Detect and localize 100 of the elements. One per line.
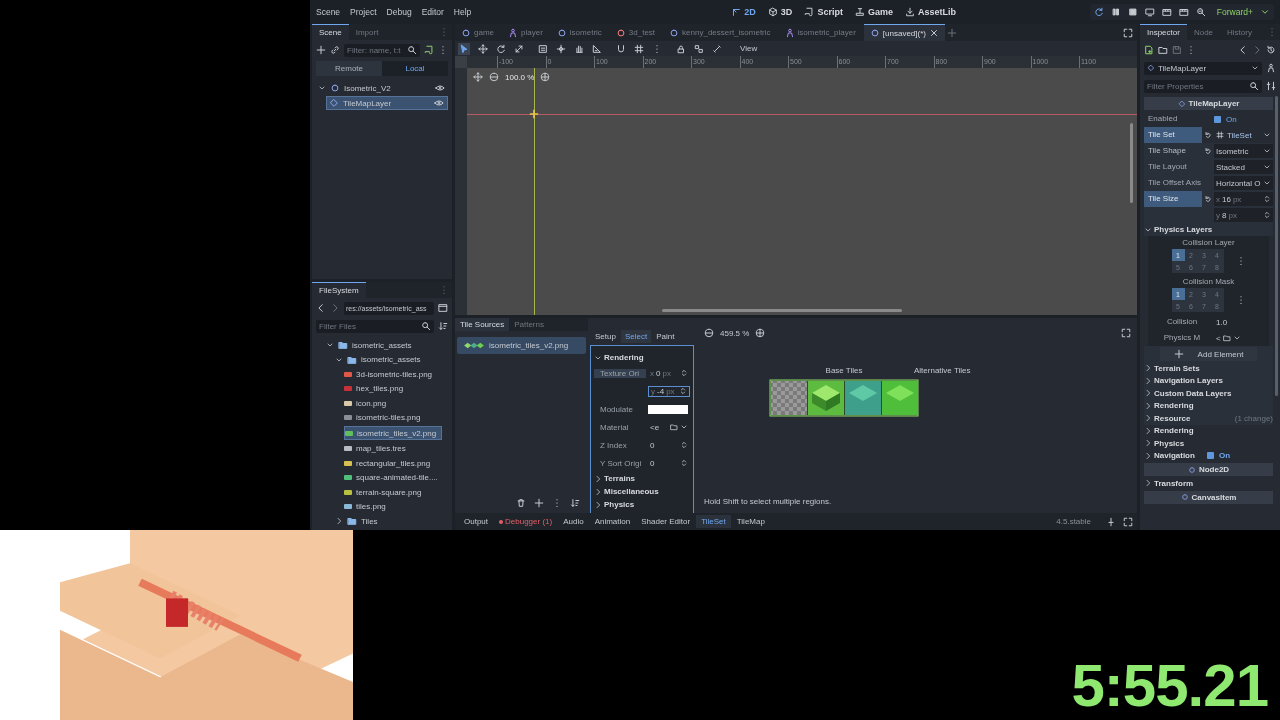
filter-field[interactable]: Filter Files — [316, 319, 434, 333]
lock-icon[interactable] — [676, 43, 686, 54]
document-tab[interactable]: 3d_test — [609, 24, 662, 41]
document-tab[interactable]: kenny_dessert_isometric — [663, 24, 777, 41]
workspace-button[interactable]: Script — [802, 5, 845, 19]
bottom-panel-tab[interactable]: Audio — [558, 515, 589, 528]
move-icon[interactable] — [478, 43, 488, 54]
scrollbar-thumb[interactable] — [1130, 123, 1133, 203]
number-field[interactable]: x 16 px — [1214, 192, 1273, 206]
bottom-panel-tab[interactable]: Shader Editor — [636, 515, 696, 528]
pause-icon[interactable] — [1110, 7, 1121, 17]
restart-icon[interactable] — [1093, 7, 1104, 17]
zoom-level[interactable]: 459.5 % — [720, 328, 750, 338]
color-swatch[interactable] — [648, 404, 688, 414]
film-frame-icon[interactable] — [1178, 7, 1189, 17]
tool-tab[interactable]: Paint — [652, 330, 679, 343]
number-field[interactable]: y 8 px — [1214, 208, 1273, 222]
dropdown[interactable]: Stacked — [1214, 160, 1273, 174]
bottom-panel-tab[interactable]: TileMap — [731, 515, 770, 528]
file-tree-item[interactable]: Tiles — [335, 515, 442, 527]
file-tree-item[interactable]: isometric_tiles_v2.png — [344, 426, 442, 440]
zoom-out-icon[interactable] — [704, 328, 714, 338]
tile-atlas-drawing[interactable] — [769, 379, 919, 417]
checkbox[interactable] — [1214, 115, 1221, 123]
back-icon[interactable] — [1238, 45, 1248, 55]
number-field[interactable]: 1.0 — [1214, 315, 1269, 329]
scrollbar-thumb[interactable] — [662, 309, 902, 312]
select-arrow-icon[interactable] — [458, 42, 470, 55]
file-tree-item[interactable]: isometric_assets — [326, 339, 442, 351]
pin-icon[interactable] — [1106, 516, 1116, 527]
revert-icon[interactable] — [1204, 131, 1212, 139]
file-tree-item[interactable]: terrain-square.png — [344, 486, 442, 498]
zoom-out-icon[interactable] — [489, 72, 499, 82]
number-field[interactable]: y -4 px — [648, 385, 690, 397]
property-group[interactable]: Physics — [1144, 437, 1273, 450]
caret-icon[interactable] — [326, 341, 334, 349]
property-label[interactable]: Tile Set — [1144, 127, 1202, 143]
eye-icon[interactable] — [434, 98, 444, 108]
add-icon[interactable] — [534, 498, 544, 508]
file-tree-item[interactable]: square-animated-tile.... — [344, 471, 442, 484]
property-section[interactable]: Physics Layers — [1144, 223, 1273, 236]
scale-icon[interactable] — [514, 43, 524, 54]
rotate-icon[interactable] — [496, 43, 506, 54]
view-menu[interactable]: View — [740, 44, 758, 53]
document-tab[interactable]: [unsaved](*) — [863, 24, 945, 41]
dock-tab[interactable]: History — [1220, 24, 1259, 40]
file-tree-item[interactable]: hex_tiles.png — [344, 382, 442, 395]
ruler-icon[interactable] — [592, 43, 602, 54]
dock-tab[interactable]: Node — [1186, 24, 1221, 40]
bottom-panel-tab[interactable]: Output — [459, 515, 493, 528]
mode-toggle[interactable]: Local — [382, 61, 448, 76]
tool-tab[interactable]: Setup — [591, 330, 620, 343]
monitor-icon[interactable] — [1144, 7, 1155, 17]
property-section[interactable]: Miscellaneous — [594, 486, 690, 497]
revert-icon[interactable] — [1204, 147, 1212, 155]
bottom-panel-tab[interactable]: Debugger (1) — [494, 515, 558, 528]
list-select-icon[interactable] — [538, 43, 548, 54]
file-tree-item[interactable]: isometric_assets — [335, 353, 442, 366]
tile-source-item[interactable]: isometric_tiles_v2.png — [457, 337, 586, 354]
add-element-button[interactable]: Add Element — [1159, 347, 1258, 361]
property-group[interactable]: Rendering — [1144, 424, 1273, 437]
resource-picker[interactable]: < — [1214, 331, 1269, 345]
tool-tab[interactable]: Select — [620, 330, 652, 343]
property-section[interactable]: Terrains — [594, 473, 690, 484]
stop-icon[interactable] — [1127, 7, 1138, 17]
zoom-level[interactable]: 100.0 % — [505, 72, 535, 82]
revert-icon[interactable] — [1204, 195, 1212, 203]
property-group[interactable]: Transform — [1144, 477, 1273, 490]
menu-item[interactable]: Project — [350, 7, 377, 17]
scene-tree-item[interactable]: TileMapLayer — [326, 96, 448, 110]
number-field[interactable]: x 0 px — [648, 368, 690, 378]
document-tab[interactable]: game — [455, 24, 500, 41]
resource-picker[interactable]: <e — [648, 422, 690, 432]
menu-item[interactable]: Scene — [316, 7, 341, 17]
forward-icon[interactable] — [330, 303, 340, 313]
dock-tab[interactable]: Import — [348, 24, 386, 40]
panel-tab[interactable]: Patterns — [509, 318, 549, 331]
property-section[interactable]: Rendering — [594, 352, 690, 363]
property-group[interactable]: Navigation On — [1144, 449, 1273, 462]
workspace-button[interactable]: 3D — [765, 5, 795, 19]
menu-item[interactable]: Help — [453, 7, 472, 17]
filter-field[interactable]: Filter: name, t:t — [344, 43, 420, 57]
link-icon[interactable] — [330, 45, 340, 55]
dropdown[interactable]: Horizontal O — [1214, 176, 1273, 190]
sort-icon[interactable] — [438, 321, 448, 331]
object-selector[interactable]: TileMapLayer — [1144, 61, 1262, 75]
new-resource-icon[interactable] — [1144, 45, 1154, 55]
file-tree-item[interactable]: isometric-tiles.png — [344, 411, 442, 424]
script-icon[interactable] — [424, 45, 434, 55]
menu-item[interactable]: Debug — [386, 7, 412, 17]
menu-item[interactable]: Editor — [421, 7, 444, 17]
resource-button[interactable]: TileSet — [1214, 128, 1273, 142]
save-icon[interactable] — [1172, 45, 1182, 55]
checkbox[interactable] — [1206, 452, 1214, 460]
document-tab[interactable]: player — [502, 24, 549, 41]
move-icon[interactable] — [473, 72, 483, 82]
forward-icon[interactable] — [1252, 45, 1262, 55]
dock-tab[interactable]: Scene — [312, 24, 349, 40]
snap-icon[interactable] — [616, 43, 626, 54]
panel-tab[interactable]: Tile Sources — [455, 318, 510, 331]
